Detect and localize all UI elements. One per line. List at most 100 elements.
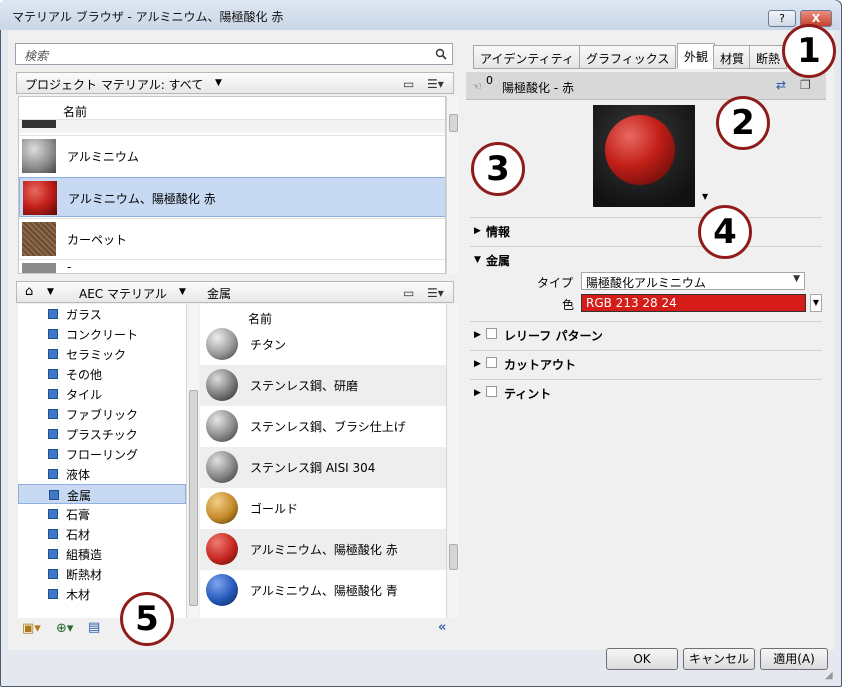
tree-item[interactable]: プラスチック (18, 424, 186, 444)
project-list-scrollbar[interactable] (446, 96, 459, 274)
list-item[interactable]: ステンレス鋼 AISI 304 (200, 447, 446, 488)
tree-item-label: プラスチック (66, 428, 138, 442)
preview-options-icon[interactable]: ▼ (702, 192, 708, 201)
list-item[interactable] (19, 119, 445, 133)
scrollbar-thumb[interactable] (189, 390, 198, 606)
list-view-icon[interactable]: ☰▾ (427, 77, 444, 91)
asset-name: 陽極酸化 - 赤 (502, 81, 574, 95)
list-item[interactable]: カーペット (19, 218, 445, 258)
tree-item[interactable]: 組積造 (18, 544, 186, 564)
tab-identity[interactable]: アイデンティティ (473, 45, 581, 69)
collapse-panel-icon[interactable]: « (438, 620, 446, 635)
folder-icon (48, 589, 58, 599)
folder-icon (48, 529, 58, 539)
material-label: ゴールド (250, 502, 299, 516)
list-item-selected[interactable]: アルミニウム、陽極酸化 赤 (19, 177, 445, 217)
add-material-icon[interactable]: ⊕▾ (56, 621, 73, 636)
folder-icon (48, 549, 58, 559)
tree-scrollbar[interactable] (186, 304, 199, 618)
tree-item[interactable]: コンクリート (18, 324, 186, 344)
library-folder-icon[interactable]: ▣▾ (22, 621, 41, 636)
list-item[interactable]: ゴールド (200, 488, 446, 529)
material-label: アルミニウム、陽極酸化 赤 (68, 192, 216, 206)
section-relief-pattern[interactable]: ▶ レリーフ パターン (470, 321, 822, 345)
list-item[interactable]: アルミニウム (19, 135, 445, 175)
home-icon[interactable]: ⌂ (25, 284, 33, 299)
color-swatch[interactable]: RGB 213 28 24 (581, 294, 806, 312)
scrollbar-thumb[interactable] (449, 544, 458, 570)
tree-item-selected[interactable]: 金属 (18, 484, 186, 504)
tree-item[interactable]: その他 (18, 364, 186, 384)
section-tint[interactable]: ▶ ティント (470, 379, 822, 403)
search-placeholder: 検索 (24, 49, 49, 63)
section-metal[interactable]: ▼ 金属 (470, 246, 822, 270)
section-label: ティント (504, 387, 552, 401)
cancel-button[interactable]: キャンセル (683, 648, 755, 670)
material-label: アルミニウム、陽極酸化 青 (250, 584, 398, 598)
scrollbar-thumb[interactable] (449, 114, 458, 132)
list-view-icon[interactable]: ☰▾ (427, 286, 444, 300)
expand-icon: ▶ (474, 226, 481, 236)
asset-count: 0 (486, 74, 493, 87)
breadcrumb-library[interactable]: AEC マテリアル (79, 285, 167, 302)
tree-item-label: ガラス (66, 308, 102, 322)
tree-item[interactable]: フローリング (18, 444, 186, 464)
project-materials-list: 名前 アルミニウム アルミニウム、陽極酸化 赤 カーペット - (18, 96, 446, 274)
list-item[interactable]: アルミニウム、陽極酸化 青 (200, 570, 446, 611)
type-label: タイプ (537, 276, 574, 290)
project-filter-dropdown[interactable]: プロジェクト マテリアル: すべて (25, 76, 203, 93)
ok-button[interactable]: OK (606, 648, 678, 670)
library-editor-icon[interactable]: ▤ (88, 620, 100, 635)
tree-item[interactable]: ガラス (18, 304, 186, 324)
list-item[interactable]: チタン (200, 324, 446, 365)
material-thumbnail (206, 533, 238, 565)
tree-item[interactable]: 液体 (18, 464, 186, 484)
library-category-tree: ガラス コンクリート セラミック その他 タイル ファブリック プラスチック フ… (18, 304, 186, 618)
folder-icon (48, 569, 58, 579)
breadcrumb-category[interactable]: 金属 (207, 285, 231, 302)
sphere-gray-thumbnail (22, 139, 56, 173)
replace-asset-icon[interactable]: ⇄ (776, 78, 786, 92)
library-list-scrollbar[interactable] (446, 304, 459, 618)
apply-button[interactable]: 適用(A) (760, 648, 828, 670)
panel-view-icon[interactable]: ▭ (403, 286, 414, 300)
type-dropdown[interactable]: 陽極酸化アルミニウム ▼ (581, 272, 805, 290)
tint-checkbox[interactable] (486, 386, 497, 397)
chevron-down-icon[interactable]: ▼ (47, 287, 54, 297)
section-info[interactable]: ▶ 情報 (470, 217, 822, 241)
section-cutout[interactable]: ▶ カットアウト (470, 350, 822, 374)
tree-item[interactable]: ファブリック (18, 404, 186, 424)
chevron-down-icon[interactable]: ▼ (179, 287, 186, 297)
material-thumbnail (206, 574, 238, 606)
list-item[interactable]: - (19, 259, 445, 273)
tree-item[interactable]: 石材 (18, 524, 186, 544)
sphere-red-thumbnail (23, 181, 57, 215)
material-label: アルミニウム、陽極酸化 赤 (250, 543, 398, 557)
tree-item[interactable]: タイル (18, 384, 186, 404)
tab-physical[interactable]: 材質 (713, 45, 752, 69)
section-label: レリーフ パターン (504, 329, 603, 343)
relief-checkbox[interactable] (486, 328, 497, 339)
list-item[interactable]: ステンレス鋼、ブラシ仕上げ (200, 406, 446, 447)
tree-item-label: ファブリック (66, 408, 139, 422)
list-item[interactable]: アルミニウム、陽極酸化 赤 (200, 529, 446, 570)
help-button[interactable]: ? (768, 10, 796, 27)
color-options-button[interactable]: ▼ (810, 294, 822, 312)
material-preview[interactable] (593, 105, 695, 207)
tab-graphics[interactable]: グラフィックス (579, 45, 677, 69)
cutout-checkbox[interactable] (486, 357, 497, 368)
section-label: カットアウト (504, 358, 577, 372)
tree-item[interactable]: 石膏 (18, 504, 186, 524)
search-field[interactable]: 検索 (15, 43, 453, 65)
tree-item[interactable]: セラミック (18, 344, 186, 364)
list-item[interactable]: ステンレス鋼、研磨 (200, 365, 446, 406)
material-thumbnail (206, 328, 238, 360)
tree-item[interactable]: 断熱材 (18, 564, 186, 584)
tab-appearance[interactable]: 外観 (677, 43, 716, 69)
resize-grip-icon[interactable]: ◢ (825, 670, 839, 684)
chevron-down-icon[interactable]: ▼ (215, 78, 222, 88)
expand-icon: ▶ (474, 330, 481, 340)
panel-view-icon[interactable]: ▭ (403, 77, 414, 91)
duplicate-asset-icon[interactable]: ❐ (800, 78, 811, 92)
type-value: 陽極酸化アルミニウム (586, 276, 706, 290)
